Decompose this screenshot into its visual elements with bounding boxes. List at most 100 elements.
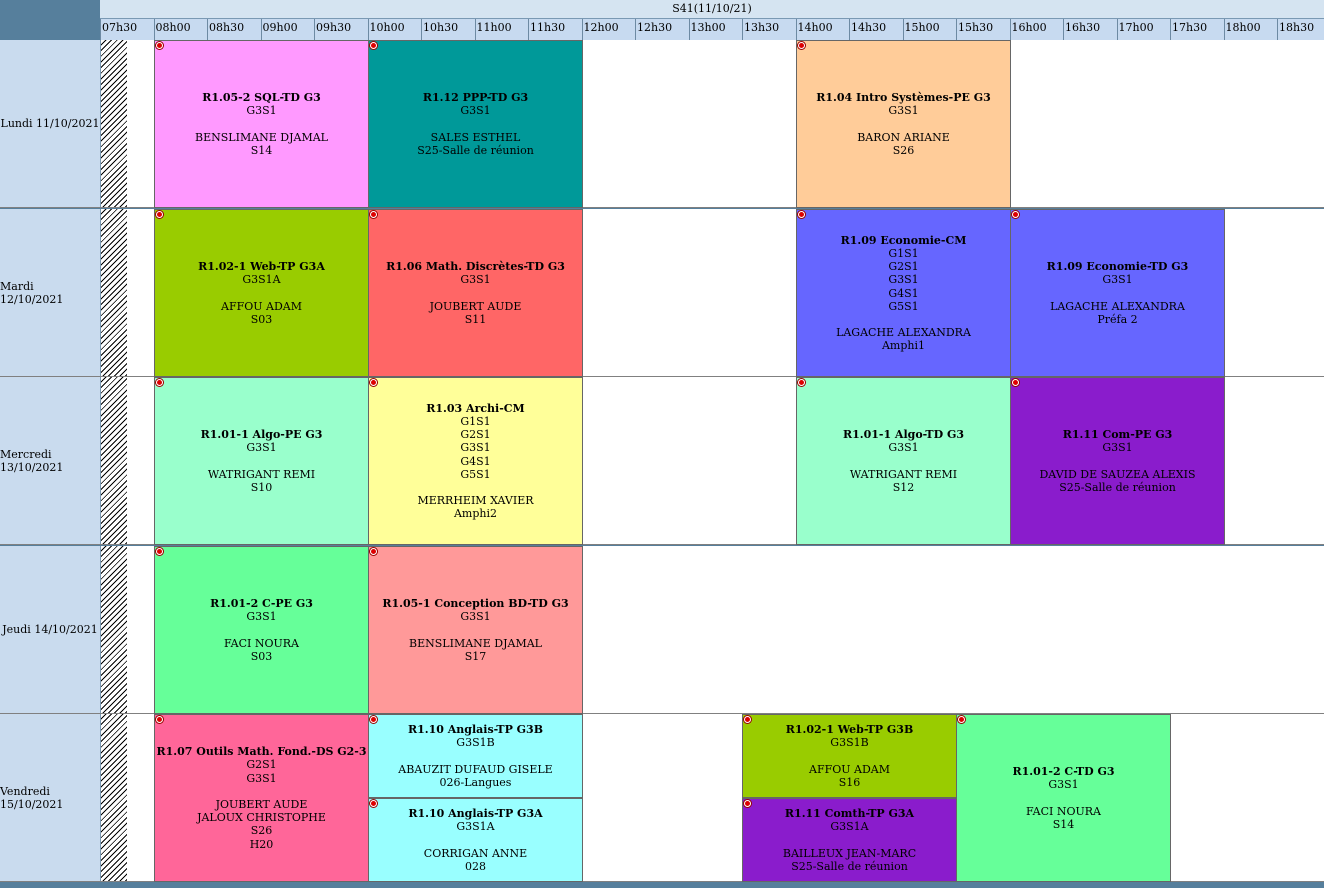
hour-tick bbox=[742, 19, 743, 40]
course-room: S03 bbox=[250, 649, 273, 663]
course-event[interactable]: R1.02-1 Web-TP G3A G3S1A AFFOU ADAM S03 bbox=[154, 209, 369, 377]
course-room: S17 bbox=[464, 649, 487, 663]
hour-label: 14h30 bbox=[851, 21, 887, 34]
course-title: R1.09 Economie-CM bbox=[840, 233, 967, 247]
course-event[interactable]: R1.01-2 C-PE G3 G3S1 FACI NOURA S03 bbox=[154, 546, 369, 714]
delete-icon[interactable] bbox=[370, 211, 377, 218]
course-event[interactable]: R1.03 Archi-CM G1S1 G2S1 G3S1 G4S1 G5S1 MERRHE… bbox=[368, 377, 583, 545]
course-teacher: AFFOU ADAM bbox=[221, 299, 302, 313]
delete-icon[interactable] bbox=[798, 211, 805, 218]
course-room: Amphi2 bbox=[453, 507, 498, 521]
course-event[interactable]: R1.05-2 SQL-TD G3 G3S1 BENSLIMANE DJAMAL S1… bbox=[154, 40, 369, 208]
hour-label: 18h00 bbox=[1225, 21, 1261, 34]
day-label: Mardi 12/10/2021 bbox=[0, 209, 101, 376]
course-group: G3S1 bbox=[246, 610, 277, 624]
course-teacher: FACI NOURA bbox=[223, 636, 300, 650]
unavailable-slot bbox=[101, 209, 127, 376]
hour-tick bbox=[581, 19, 583, 40]
hour-tick bbox=[635, 19, 636, 40]
course-event[interactable]: R1.05-1 Conception BD-TD G3 G3S1 BENSLIMAN… bbox=[368, 546, 583, 714]
delete-icon[interactable] bbox=[744, 800, 751, 807]
course-group: G1S1 bbox=[888, 246, 919, 260]
course-teacher: ABAUZIT DUFAUD GISELE bbox=[398, 762, 553, 776]
hour-tick bbox=[260, 19, 262, 40]
course-title: R1.09 Economie-TD G3 bbox=[1046, 260, 1189, 274]
delete-icon[interactable] bbox=[156, 379, 163, 386]
timetable-grid: S41(11/10/21) 07h30 08h00 08h30 09h00 09h30 1… bbox=[0, 0, 1324, 888]
delete-icon[interactable] bbox=[156, 42, 163, 49]
delete-icon[interactable] bbox=[1012, 379, 1019, 386]
course-event[interactable]: R1.07 Outils Math. Fond.-DS G2-3 G2S1 G3S1… bbox=[154, 714, 369, 882]
course-event[interactable]: R1.11 Comth-TP G3A G3S1A BAILLEUX JEAN-MAR… bbox=[742, 798, 957, 882]
course-title: R1.05-1 Conception BD-TD G3 bbox=[382, 597, 569, 611]
unavailable-slot bbox=[101, 377, 127, 544]
course-title: R1.01-1 Algo-TD G3 bbox=[842, 428, 965, 442]
course-event[interactable]: R1.09 Economie-TD G3 G3S1 LAGACHE ALEXANDR… bbox=[1010, 209, 1225, 377]
hour-label: 10h00 bbox=[369, 21, 405, 34]
hour-label: 09h00 bbox=[262, 21, 298, 34]
course-teacher: BARON ARIANE bbox=[857, 130, 950, 144]
course-event[interactable]: R1.09 Economie-CM G1S1 G2S1 G3S1 G4S1 G5S1 LAG… bbox=[796, 209, 1011, 377]
hour-label: 17h00 bbox=[1118, 21, 1154, 34]
course-teacher: JOUBERT AUDE bbox=[429, 299, 522, 313]
hour-label: 15h30 bbox=[958, 21, 994, 34]
course-event[interactable]: R1.04 Intro Systèmes-PE G3 G3S1 BARON ARIA… bbox=[796, 40, 1011, 208]
delete-icon[interactable] bbox=[370, 716, 377, 723]
course-room: H20 bbox=[249, 837, 274, 851]
delete-icon[interactable] bbox=[370, 42, 377, 49]
course-event[interactable]: R1.12 PPP-TD G3 G3S1 SALES ESTHEL S25-Salle… bbox=[368, 40, 583, 208]
course-room: S10 bbox=[250, 480, 273, 494]
course-teacher: SALES ESTHEL bbox=[430, 130, 521, 144]
course-teacher: WATRIGANT REMI bbox=[207, 467, 316, 481]
course-teacher: LAGACHE ALEXANDRA bbox=[1050, 299, 1185, 313]
course-event[interactable]: R1.01-1 Algo-TD G3 G3S1 WATRIGANT REMI S12 bbox=[796, 377, 1011, 545]
week-label[interactable]: S41(11/10/21) bbox=[100, 0, 1324, 19]
hour-tick bbox=[474, 19, 476, 40]
course-teacher: WATRIGANT REMI bbox=[849, 467, 958, 481]
hour-label: 13h30 bbox=[744, 21, 780, 34]
course-event[interactable]: R1.11 Com-PE G3 G3S1 DAVID DE SAUZEA ALEXI… bbox=[1010, 377, 1225, 545]
delete-icon[interactable] bbox=[156, 211, 163, 218]
course-title: R1.01-2 C-PE G3 bbox=[210, 597, 313, 611]
delete-icon[interactable] bbox=[370, 800, 377, 807]
delete-icon[interactable] bbox=[156, 716, 163, 723]
course-group: G3S1 bbox=[888, 104, 919, 118]
course-group: G5S1 bbox=[888, 299, 919, 313]
day-label: Vendredi 15/10/2021 bbox=[0, 714, 101, 881]
delete-icon[interactable] bbox=[958, 716, 965, 723]
delete-icon[interactable] bbox=[370, 548, 377, 555]
course-room: S25-Salle de réunion bbox=[1059, 480, 1176, 494]
course-event[interactable]: R1.01-1 Algo-PE G3 G3S1 WATRIGANT REMI S10 bbox=[154, 377, 369, 545]
course-event[interactable]: R1.10 Anglais-TP G3A G3S1A CORRIGAN ANNE 02… bbox=[368, 798, 583, 882]
day-label: Jeudi 14/10/2021 bbox=[0, 546, 101, 713]
course-title: R1.04 Intro Systèmes-PE G3 bbox=[816, 91, 991, 105]
course-group: G2S1 bbox=[888, 260, 919, 274]
delete-icon[interactable] bbox=[798, 42, 805, 49]
delete-icon[interactable] bbox=[156, 548, 163, 555]
hour-label: 07h30 bbox=[102, 21, 138, 34]
hour-label: 11h00 bbox=[476, 21, 512, 34]
hour-label: 16h30 bbox=[1065, 21, 1101, 34]
course-event[interactable]: R1.02-1 Web-TP G3B G3S1B AFFOU ADAM S16 bbox=[742, 714, 957, 798]
course-teacher: MERRHEIM XAVIER bbox=[417, 493, 534, 507]
course-room: Amphi1 bbox=[881, 339, 926, 353]
course-group: G2S1 bbox=[460, 428, 491, 442]
hour-label: 11h30 bbox=[530, 21, 566, 34]
hour-tick bbox=[421, 19, 422, 40]
bottom-border bbox=[0, 883, 1324, 888]
hour-tick bbox=[528, 19, 529, 40]
delete-icon[interactable] bbox=[1012, 211, 1019, 218]
delete-icon[interactable] bbox=[370, 379, 377, 386]
course-event[interactable]: R1.06 Math. Discrètes-TD G3 G3S1 JOUBERT A… bbox=[368, 209, 583, 377]
course-title: R1.06 Math. Discrètes-TD G3 bbox=[386, 260, 565, 274]
hour-label: 13h00 bbox=[690, 21, 726, 34]
course-event[interactable]: R1.01-2 C-TD G3 G3S1 FACI NOURA S14 bbox=[956, 714, 1171, 882]
course-group: G3S1 bbox=[1048, 778, 1079, 792]
unavailable-slot bbox=[101, 40, 127, 207]
delete-icon[interactable] bbox=[744, 716, 751, 723]
day-label: Lundi 11/10/2021 bbox=[0, 40, 101, 207]
delete-icon[interactable] bbox=[798, 379, 805, 386]
course-event[interactable]: R1.10 Anglais-TP G3B G3S1B ABAUZIT DUFAUD … bbox=[368, 714, 583, 798]
course-group: G3S1B bbox=[830, 736, 869, 750]
hour-tick bbox=[1223, 19, 1225, 40]
